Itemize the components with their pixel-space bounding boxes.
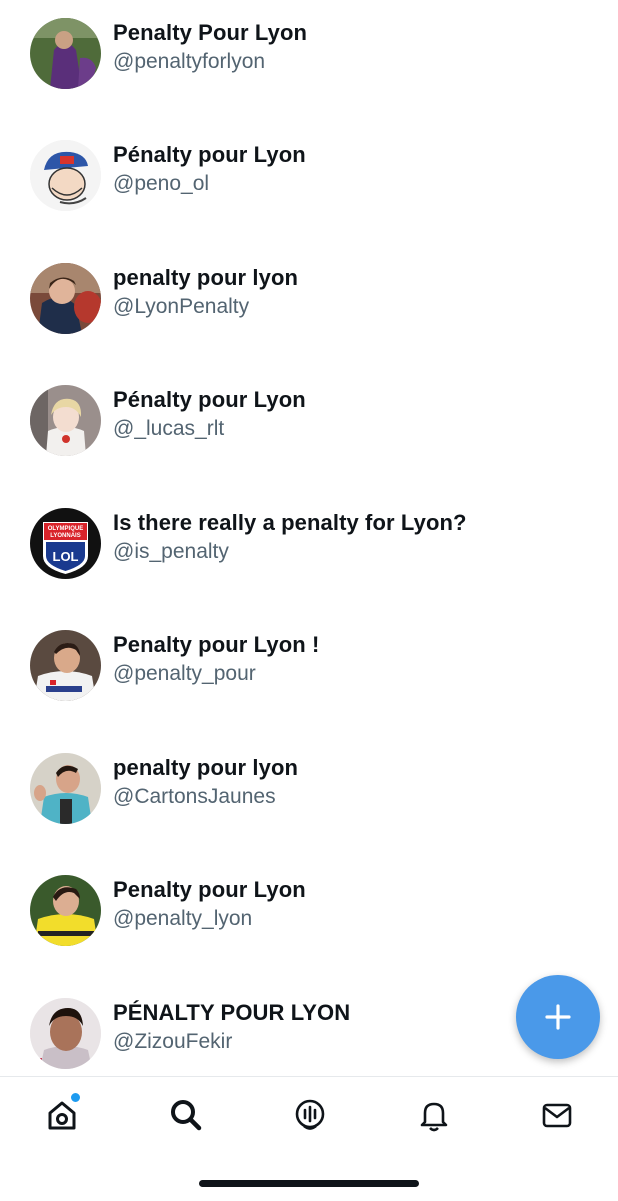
account-handle: @penalty_pour: [113, 662, 256, 685]
tab-notifications[interactable]: [414, 1095, 454, 1135]
account-name: penalty pour lyon: [113, 265, 299, 290]
list-item[interactable]: Penalty pour Lyon ! @penalty_pour: [0, 612, 618, 722]
account-name: Pénalty pour Lyon: [113, 387, 306, 412]
spaces-icon: [295, 1099, 325, 1130]
bell-icon: [420, 1102, 448, 1132]
search-icon: [171, 1100, 202, 1131]
account-handle: @_lucas_rlt: [113, 417, 225, 440]
account-name: penalty pour lyon: [113, 755, 299, 780]
account-name: Penalty pour Lyon !: [113, 632, 320, 657]
account-name: Penalty pour Lyon: [113, 877, 306, 902]
mail-icon: [542, 1103, 572, 1128]
list-item[interactable]: Pénalty pour Lyon @_lucas_rlt: [0, 367, 618, 477]
account-handle: @LyonPenalty: [113, 295, 250, 318]
avatar[interactable]: [30, 140, 101, 211]
list-item[interactable]: Pénalty pour Lyon @peno_ol: [0, 122, 618, 232]
avatar[interactable]: [30, 263, 101, 334]
account-handle: @ZizouFekir: [113, 1030, 233, 1053]
avatar[interactable]: [30, 18, 101, 89]
list-item[interactable]: penalty pour lyon @LyonPenalty: [0, 245, 618, 355]
account-handle: @penaltyforlyon: [113, 50, 266, 73]
ol-logo-text: LOL: [53, 549, 79, 564]
list-item[interactable]: Penalty Pour Lyon @penaltyforlyon: [0, 0, 618, 110]
account-handle: @peno_ol: [113, 172, 210, 195]
tab-search[interactable]: [166, 1095, 206, 1135]
tab-spaces[interactable]: [290, 1095, 330, 1135]
ol-logo-text: OLYMPIQUE: [48, 526, 83, 532]
account-handle: @CartonsJaunes: [113, 785, 276, 808]
avatar[interactable]: [30, 998, 101, 1069]
plus-icon: [545, 1004, 571, 1030]
account-name: Is there really a penalty for Lyon?: [113, 510, 467, 535]
avatar[interactable]: [30, 630, 101, 701]
avatar[interactable]: [30, 875, 101, 946]
list-item[interactable]: OLYMPIQUE LYONNAIS LOL Is there really a…: [0, 490, 618, 600]
avatar[interactable]: OLYMPIQUE LYONNAIS LOL: [30, 508, 101, 579]
account-name: Penalty Pour Lyon: [113, 20, 308, 45]
list-item[interactable]: penalty pour lyon @CartonsJaunes: [0, 735, 618, 845]
list-item[interactable]: Penalty pour Lyon @penalty_lyon: [0, 857, 618, 967]
ol-logo-text: LYONNAIS: [50, 533, 80, 539]
tab-messages[interactable]: [537, 1095, 577, 1135]
avatar[interactable]: [30, 385, 101, 456]
notification-dot: [70, 1092, 81, 1103]
account-handle: @is_penalty: [113, 540, 229, 563]
home-indicator[interactable]: [199, 1180, 419, 1187]
compose-button[interactable]: [516, 975, 600, 1059]
account-name: PÉNALTY POUR LYON: [113, 1000, 351, 1025]
account-handle: @penalty_lyon: [113, 907, 253, 930]
account-name: Pénalty pour Lyon: [113, 142, 306, 167]
avatar[interactable]: [30, 753, 101, 824]
